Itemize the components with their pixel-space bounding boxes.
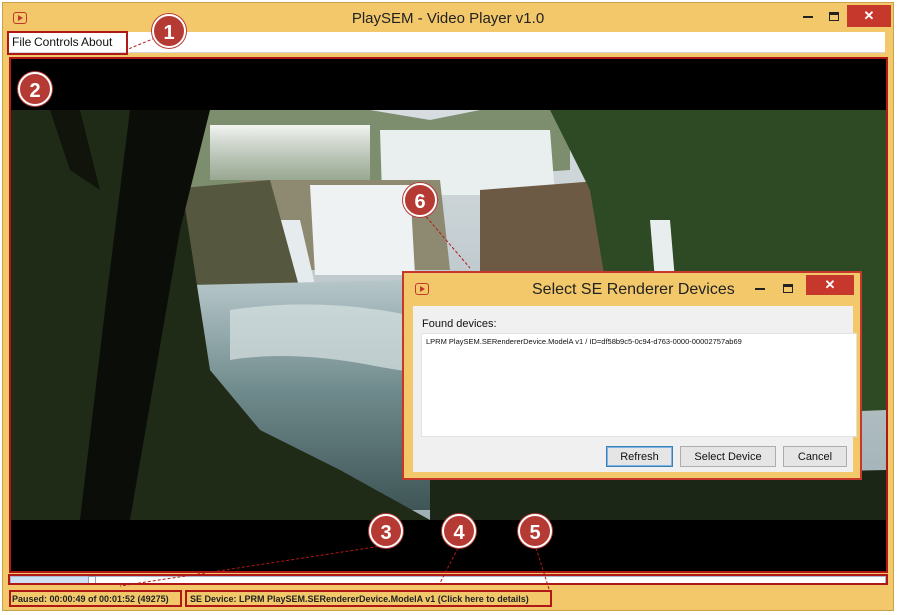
minimize-button[interactable] [795, 5, 821, 27]
close-button[interactable]: ✕ [847, 5, 891, 27]
select-device-button[interactable]: Select Device [680, 446, 776, 467]
title-bar[interactable]: PlaySEM - Video Player v1.0 ✕ [3, 3, 893, 35]
dialog-minimize-button[interactable] [750, 277, 770, 299]
menu-file[interactable]: File [12, 35, 31, 49]
dialog-maximize-button[interactable] [778, 277, 798, 299]
maximize-icon [783, 284, 793, 294]
callout-5: 5 [518, 514, 552, 548]
callout-4: 4 [442, 514, 476, 548]
close-icon: ✕ [863, 8, 875, 23]
maximize-button[interactable] [821, 5, 847, 27]
close-icon: ✕ [824, 277, 836, 292]
callout-1: 1 [152, 14, 186, 48]
menu-bar: File Controls About [7, 32, 885, 53]
minimize-icon [755, 287, 765, 290]
dialog-body: Found devices: LPRM PlaySEM.SERendererDe… [413, 306, 857, 472]
status-playback-time: Paused: 00:00:49 of 00:01:52 (49275) [12, 594, 169, 604]
device-list-item[interactable]: LPRM PlaySEM.SERendererDevice.ModelA v1 … [426, 337, 742, 346]
refresh-button[interactable]: Refresh [606, 446, 673, 467]
menu-controls[interactable]: Controls [34, 35, 79, 49]
callout-6: 6 [403, 183, 437, 217]
seek-bar-fill [11, 577, 88, 583]
device-list[interactable]: LPRM PlaySEM.SERendererDevice.ModelA v1 … [421, 333, 857, 437]
window-title: PlaySEM - Video Player v1.0 [351, 10, 545, 27]
seek-thumb[interactable] [88, 576, 96, 584]
minimize-icon [803, 15, 813, 18]
found-devices-label: Found devices: [422, 318, 497, 330]
dialog-close-button[interactable]: ✕ [806, 275, 854, 295]
cancel-button[interactable]: Cancel [783, 446, 847, 467]
seek-bar[interactable] [10, 576, 886, 584]
select-devices-dialog: Select SE Renderer Devices ✕ Found devic… [402, 271, 862, 480]
callout-3: 3 [369, 514, 403, 548]
dialog-title: Select SE Renderer Devices [532, 281, 735, 298]
maximize-icon [829, 12, 839, 22]
dialog-app-icon [415, 283, 429, 295]
menu-about[interactable]: About [81, 35, 112, 49]
callout-2: 2 [18, 72, 52, 106]
status-se-device[interactable]: SE Device: LPRM PlaySEM.SERendererDevice… [190, 592, 529, 606]
